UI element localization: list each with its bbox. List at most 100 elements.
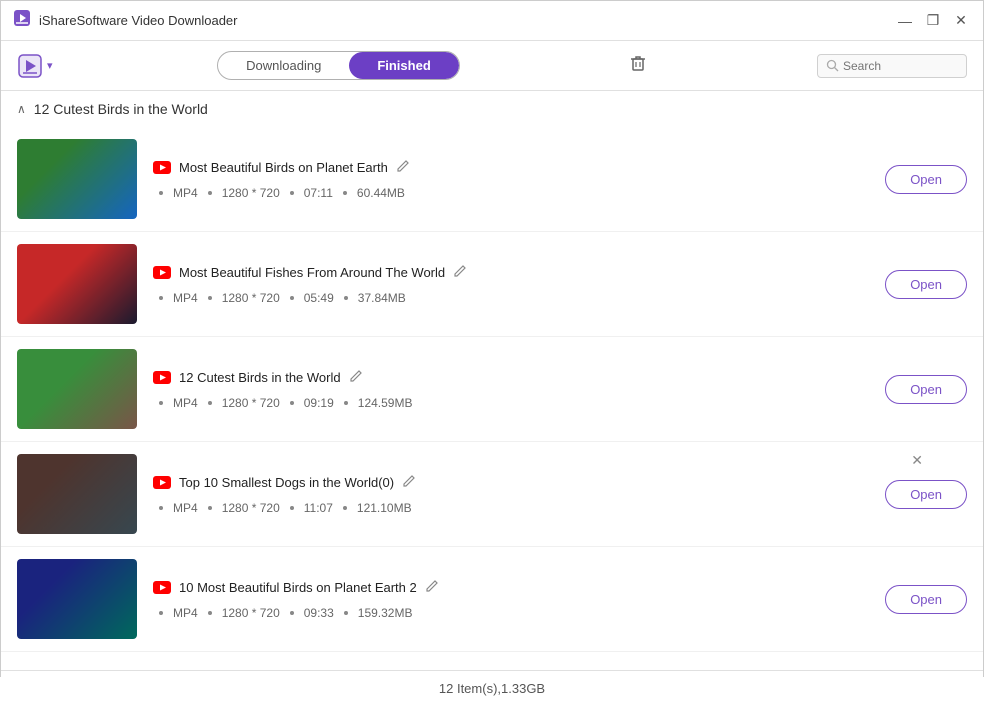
video-resolution: 1280 * 720: [222, 186, 280, 200]
video-duration: 09:33: [304, 606, 334, 620]
meta-dot: [290, 506, 294, 510]
video-size: 121.10MB: [357, 501, 412, 515]
video-duration: 11:07: [304, 501, 333, 515]
video-size: 60.44MB: [357, 186, 405, 200]
list-item: 12 Cutest Birds in the World MP4 1280 * …: [1, 337, 983, 442]
meta-dot: [208, 611, 212, 615]
meta-dot: [208, 506, 212, 510]
close-item-button[interactable]: ✕: [911, 452, 923, 469]
meta-dot: [159, 191, 163, 195]
tab-group: Downloading Finished: [217, 51, 460, 80]
youtube-icon: [153, 581, 171, 594]
video-format: MP4: [173, 291, 198, 305]
meta-dot: [290, 611, 294, 615]
video-format: MP4: [173, 606, 198, 620]
video-title: Most Beautiful Birds on Planet Earth: [179, 160, 388, 175]
footer-bar: 12 Item(s),1.33GB: [1, 670, 983, 706]
youtube-icon: [153, 266, 171, 279]
video-info: 12 Cutest Birds in the World MP4 1280 * …: [137, 369, 885, 410]
video-info: 10 Most Beautiful Birds on Planet Earth …: [137, 579, 885, 620]
video-title: 12 Cutest Birds in the World: [179, 370, 341, 385]
search-input[interactable]: [843, 59, 958, 73]
edit-icon[interactable]: [402, 474, 416, 491]
video-meta: MP4 1280 * 720 09:19 124.59MB: [153, 396, 869, 410]
collapse-icon: ∧: [17, 102, 26, 116]
list-item: Most Beautiful Birds on Planet Earth MP4…: [1, 127, 983, 232]
video-thumbnail: [17, 139, 137, 219]
open-button[interactable]: Open: [885, 375, 967, 404]
video-info: Top 10 Smallest Dogs in the World(0) MP4…: [137, 474, 885, 515]
app-title: iShareSoftware Video Downloader: [39, 13, 238, 28]
dropdown-arrow-icon: ▾: [47, 59, 53, 72]
video-meta: MP4 1280 * 720 09:33 159.32MB: [153, 606, 869, 620]
video-title: Top 10 Smallest Dogs in the World(0): [179, 475, 394, 490]
meta-dot: [208, 296, 212, 300]
list-item: 10 Most Beautiful Birds on Planet Earth …: [1, 547, 983, 652]
meta-dot: [344, 296, 348, 300]
youtube-icon: [153, 476, 171, 489]
video-thumbnail: [17, 244, 137, 324]
video-thumbnail: [17, 559, 137, 639]
edit-icon[interactable]: [453, 264, 467, 281]
edit-icon[interactable]: [349, 369, 363, 386]
close-button[interactable]: ✕: [951, 11, 971, 31]
youtube-icon: [153, 371, 171, 384]
meta-dot: [343, 191, 347, 195]
video-title: 10 Most Beautiful Birds on Planet Earth …: [179, 580, 417, 595]
meta-dot: [159, 296, 163, 300]
meta-dot: [344, 611, 348, 615]
video-duration: 09:19: [304, 396, 334, 410]
meta-dot: [290, 296, 294, 300]
video-size: 37.84MB: [358, 291, 406, 305]
restore-button[interactable]: ❐: [923, 11, 943, 31]
meta-dot: [159, 401, 163, 405]
edit-icon[interactable]: [396, 159, 410, 176]
video-thumbnail: [17, 454, 137, 534]
video-thumbnail: [17, 349, 137, 429]
video-resolution: 1280 * 720: [222, 291, 280, 305]
video-resolution: 1280 * 720: [222, 501, 280, 515]
minimize-button[interactable]: —: [895, 11, 915, 31]
meta-dot: [344, 401, 348, 405]
open-button[interactable]: Open: [885, 270, 967, 299]
open-button[interactable]: Open: [885, 480, 967, 509]
open-button[interactable]: Open: [885, 165, 967, 194]
list-item: Top 10 Smallest Dogs in the World(0) MP4…: [1, 442, 983, 547]
app-icon: [13, 9, 31, 32]
meta-dot: [208, 191, 212, 195]
meta-dot: [208, 401, 212, 405]
group-header[interactable]: ∧ 12 Cutest Birds in the World: [1, 91, 983, 127]
meta-dot: [290, 191, 294, 195]
video-resolution: 1280 * 720: [222, 396, 280, 410]
edit-icon[interactable]: [425, 579, 439, 596]
list-item: Most Beautiful Fishes From Around The Wo…: [1, 232, 983, 337]
group-title: 12 Cutest Birds in the World: [34, 101, 208, 117]
open-button[interactable]: Open: [885, 585, 967, 614]
content-area: Most Beautiful Birds on Planet Earth MP4…: [1, 127, 983, 670]
youtube-icon: [153, 161, 171, 174]
video-duration: 07:11: [304, 186, 333, 200]
delete-button[interactable]: [624, 49, 652, 82]
video-format: MP4: [173, 186, 198, 200]
video-resolution: 1280 * 720: [222, 606, 280, 620]
video-format: MP4: [173, 396, 198, 410]
video-title: Most Beautiful Fishes From Around The Wo…: [179, 265, 445, 280]
toolbar: ▾ Downloading Finished: [1, 41, 983, 91]
add-download-button[interactable]: ▾: [17, 53, 53, 79]
meta-dot: [343, 506, 347, 510]
video-size: 124.59MB: [358, 396, 413, 410]
video-info: Most Beautiful Birds on Planet Earth MP4…: [137, 159, 885, 200]
video-meta: MP4 1280 * 720 07:11 60.44MB: [153, 186, 869, 200]
finished-tab[interactable]: Finished: [349, 52, 458, 79]
footer-summary: 12 Item(s),1.33GB: [439, 681, 545, 696]
meta-dot: [159, 611, 163, 615]
video-info: Most Beautiful Fishes From Around The Wo…: [137, 264, 885, 305]
video-meta: MP4 1280 * 720 05:49 37.84MB: [153, 291, 869, 305]
meta-dot: [290, 401, 294, 405]
title-bar: iShareSoftware Video Downloader — ❐ ✕: [1, 1, 983, 41]
video-meta: MP4 1280 * 720 11:07 121.10MB: [153, 501, 869, 515]
video-size: 159.32MB: [358, 606, 413, 620]
video-duration: 05:49: [304, 291, 334, 305]
meta-dot: [159, 506, 163, 510]
downloading-tab[interactable]: Downloading: [218, 52, 349, 79]
